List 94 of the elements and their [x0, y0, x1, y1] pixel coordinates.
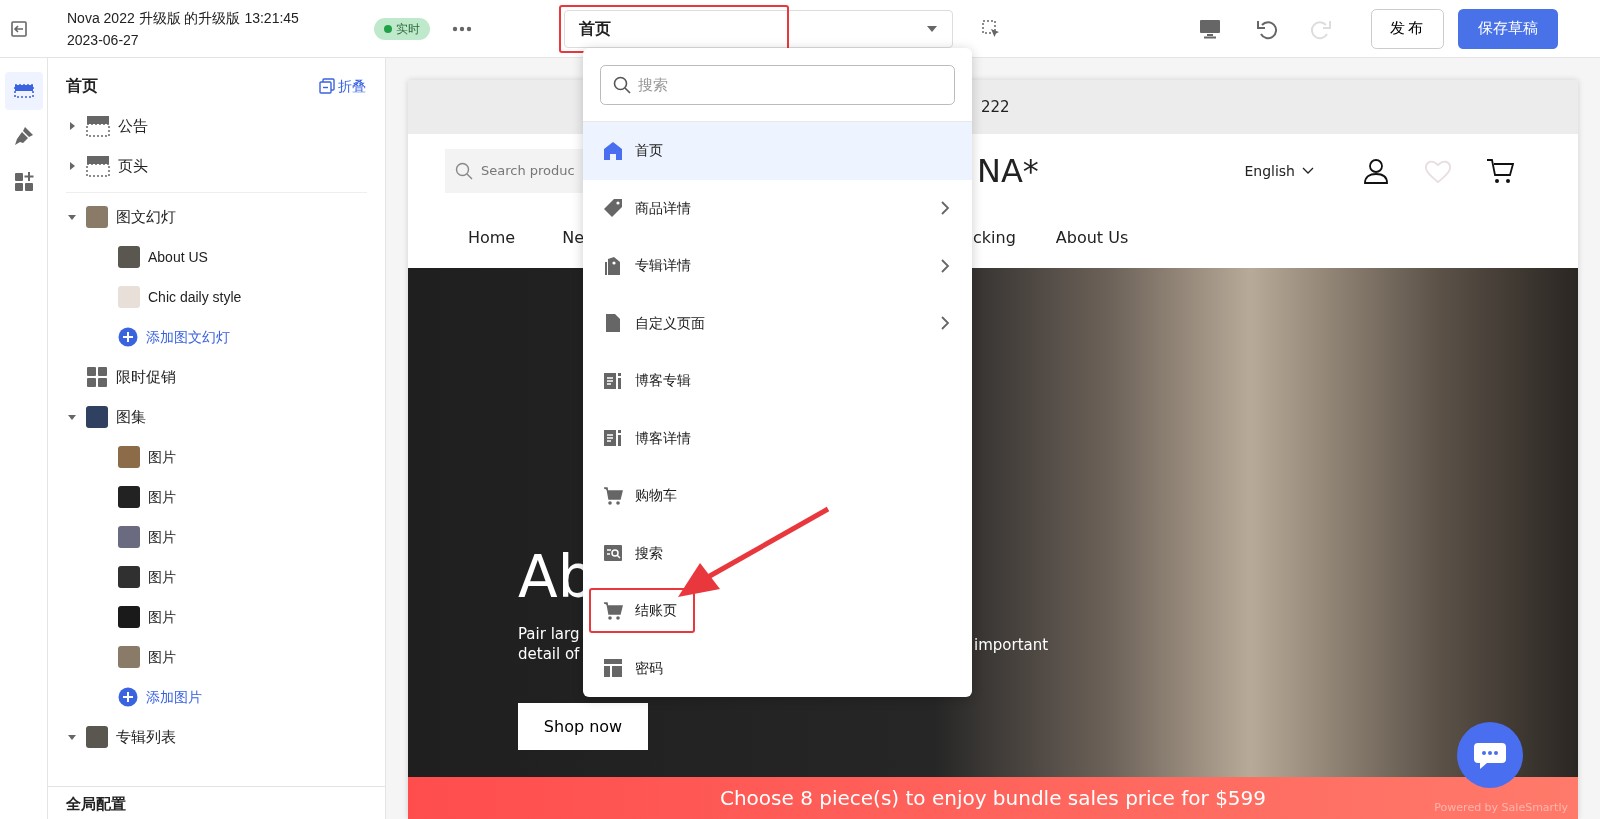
section-label[interactable]: 图集 [116, 405, 146, 429]
add-block-link[interactable]: 添加图文幻灯 [146, 326, 230, 348]
menu-item[interactable]: 商品详情 [583, 179, 972, 237]
language-selector[interactable]: English [1244, 160, 1314, 182]
sidebar-title: 首页 [66, 76, 98, 96]
grid-icon [86, 366, 108, 388]
title-line: Nova 2022 升级版 的升级版 13:21:45 [67, 8, 300, 28]
search-icon [613, 76, 631, 94]
rail-tab[interactable] [4, 72, 43, 110]
menu-item[interactable]: 搜索 [583, 524, 972, 582]
desktop-icon[interactable] [1199, 18, 1221, 39]
block-label[interactable]: 图片 [148, 446, 176, 468]
home-icon [603, 140, 623, 161]
block-label[interactable]: 图片 [148, 646, 176, 668]
search-icon [455, 162, 473, 180]
document-icon [603, 313, 623, 334]
thumbnail-photo [86, 406, 108, 428]
chat-bubble-icon [1473, 740, 1507, 770]
add-apps-icon [12, 170, 35, 192]
status-badge: 实时 [374, 17, 430, 40]
hero-text: Pair larg [518, 624, 581, 644]
caret-icon[interactable] [67, 732, 77, 742]
nav-link[interactable]: cking [973, 226, 1016, 250]
menu-item[interactable]: 首页 [583, 122, 972, 180]
caret-icon [926, 24, 938, 33]
hero-text: detail of [518, 644, 581, 664]
block-label[interactable]: Chic daily style [148, 286, 242, 308]
menu-item[interactable]: 购物车 [583, 467, 972, 525]
selection-cursor-icon[interactable] [981, 18, 1001, 39]
thumbnail-photo [118, 486, 140, 508]
announcement-text: 222 [980, 96, 1011, 118]
thumbnail-photo [86, 726, 108, 748]
layout-icon [603, 658, 623, 679]
section-label[interactable]: 公告 [118, 114, 148, 138]
menu-item[interactable]: 博客专辑 [583, 352, 972, 410]
collapse-icon [318, 78, 335, 94]
search-document-icon [603, 543, 623, 564]
cart-icon [603, 600, 623, 621]
caret-icon[interactable] [67, 161, 77, 171]
powered-by-text: Powered by SaleSmartly [1434, 799, 1568, 816]
collapse-button[interactable]: 折叠 [317, 74, 367, 98]
search-field[interactable]: Search produc [445, 149, 584, 193]
menu-item[interactable]: 密码 [583, 639, 972, 697]
chevron-down-icon [1302, 167, 1314, 175]
add-icon [118, 687, 138, 707]
thumbnail-photo [118, 446, 140, 468]
block-label[interactable]: 图片 [148, 526, 176, 548]
add-block-link[interactable]: 添加图片 [146, 686, 202, 708]
tags-icon [603, 255, 623, 276]
thumbnail-photo [118, 646, 140, 668]
block-label[interactable]: About US [148, 246, 208, 268]
thumbnail-photo [118, 606, 140, 628]
section-label[interactable]: 专辑列表 [116, 725, 176, 749]
block-label[interactable]: 图片 [148, 486, 176, 508]
blog-icon [603, 428, 623, 449]
menu-item[interactable]: 专辑详情 [583, 237, 972, 295]
nav-link[interactable]: Ne [562, 226, 584, 250]
thumbnail-photo [118, 246, 140, 268]
thumbnail-photo [86, 206, 108, 228]
brush-icon [12, 125, 35, 147]
thumbnail-photo [118, 526, 140, 548]
thumbnail-photo [118, 286, 140, 308]
cart-icon[interactable] [1486, 157, 1514, 185]
section-label[interactable]: 图文幻灯 [116, 205, 176, 229]
hero-text: important [974, 635, 1049, 656]
block-label[interactable]: 图片 [148, 566, 176, 588]
tag-icon [603, 198, 623, 219]
section-label[interactable]: 限时促销 [116, 365, 176, 389]
nav-link[interactable]: About Us [1055, 226, 1129, 250]
section-icon [86, 115, 110, 137]
publish-button[interactable]: 发布 [1371, 8, 1444, 49]
store-logo[interactable]: NA* [977, 147, 1039, 195]
caret-icon[interactable] [67, 121, 77, 131]
exit-icon[interactable] [9, 18, 29, 39]
add-icon [118, 327, 138, 347]
cart-icon [603, 485, 623, 506]
nav-link[interactable]: Home [467, 226, 516, 250]
section-heading: 全局配置 [66, 794, 126, 812]
section-icon [86, 155, 110, 177]
menu-item[interactable]: 自定义页面 [583, 294, 972, 352]
menu-item[interactable]: 结账页 [583, 582, 972, 640]
shop-now-button[interactable]: Shop now [518, 703, 648, 750]
caret-icon[interactable] [67, 412, 77, 422]
caret-icon[interactable] [67, 212, 77, 222]
menu-item[interactable]: 博客详情 [583, 409, 972, 467]
title-line: 2023-06-27 [67, 30, 140, 50]
save-draft-button[interactable]: 保存草稿 [1458, 8, 1558, 49]
thumbnail-photo [118, 566, 140, 588]
more-icon[interactable] [452, 25, 472, 32]
promo-text: Choose 8 piece(s) to enjoy bundle sales price for $599 [719, 785, 1267, 812]
blog-icon [603, 370, 623, 391]
block-label[interactable]: 图片 [148, 606, 176, 628]
section-label[interactable]: 页头 [118, 154, 148, 178]
user-icon[interactable] [1362, 157, 1390, 185]
